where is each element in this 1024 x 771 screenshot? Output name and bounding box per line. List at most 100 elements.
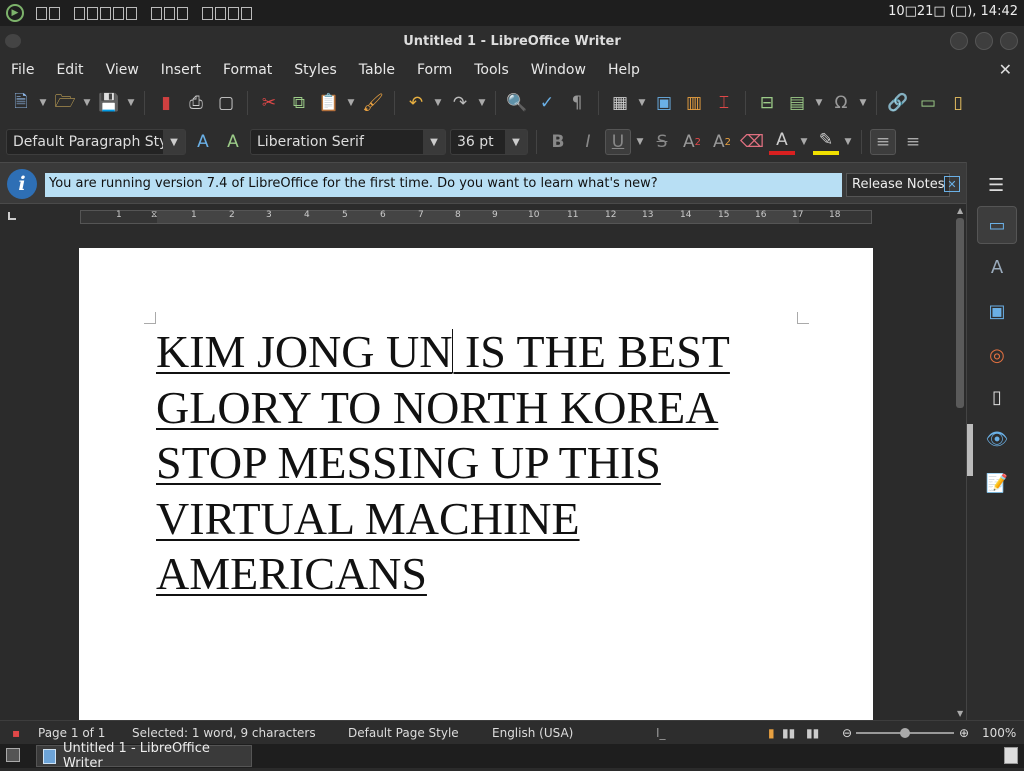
horizontal-ruler[interactable]: 1 ⧖ 1 2 3 4 5 6 7 8 9 10 11 12 13 14 15 … xyxy=(80,210,872,224)
subscript-icon[interactable]: A2 xyxy=(709,129,735,155)
font-color-dropdown-icon[interactable]: ▼ xyxy=(799,137,809,147)
page-style[interactable]: Default Page Style xyxy=(348,726,459,740)
taskbar-writer-button[interactable]: Untitled 1 - LibreOffice Writer xyxy=(36,741,252,771)
style-inspector-icon[interactable]: 👁 xyxy=(977,420,1017,458)
paste-dropdown-icon[interactable]: ▼ xyxy=(346,98,356,108)
tab-stop-type-icon[interactable] xyxy=(8,212,16,220)
special-char-dropdown-icon[interactable]: ▼ xyxy=(858,98,868,108)
workspace-1[interactable] xyxy=(36,6,60,20)
vertical-scrollbar[interactable]: ▲ ▼ xyxy=(955,204,966,720)
zoom-slider[interactable] xyxy=(856,728,954,738)
print-preview-icon[interactable]: ▢ xyxy=(213,90,239,116)
formatting-marks-icon[interactable]: ¶ xyxy=(564,90,590,116)
zoom-out-icon[interactable]: ⊖ xyxy=(842,726,852,740)
tray-document-icon[interactable] xyxy=(1004,747,1018,764)
close-document-icon[interactable]: ✕ xyxy=(999,60,1012,79)
paste-icon[interactable]: 📋 xyxy=(316,90,342,116)
align-center-icon[interactable]: ≡ xyxy=(900,129,926,155)
update-style-icon[interactable]: A xyxy=(190,129,216,155)
zoom-level[interactable]: 100% xyxy=(982,726,1016,740)
new-style-icon[interactable]: A xyxy=(220,129,246,155)
print-icon[interactable]: ⎙ xyxy=(183,90,209,116)
chevron-down-icon[interactable]: ▼ xyxy=(423,130,445,154)
window-menu-icon[interactable] xyxy=(5,34,21,48)
menu-tools[interactable]: Tools xyxy=(463,62,520,78)
font-size-select[interactable]: 36 pt ▼ xyxy=(450,129,528,155)
special-character-icon[interactable]: Ω xyxy=(828,90,854,116)
redo-dropdown-icon[interactable]: ▼ xyxy=(477,98,487,108)
export-pdf-icon[interactable]: ▮ xyxy=(153,90,179,116)
text-language[interactable]: English (USA) xyxy=(492,726,573,740)
navigator-icon[interactable]: ◎ xyxy=(977,336,1017,374)
scroll-down-icon[interactable]: ▼ xyxy=(957,709,963,718)
word-count[interactable]: Selected: 1 word, 9 characters xyxy=(132,726,316,740)
insert-field-icon[interactable]: ▤ xyxy=(784,90,810,116)
scrollbar-thumb[interactable] xyxy=(956,218,964,408)
save-icon[interactable]: 💾 xyxy=(96,90,122,116)
single-page-view-icon[interactable]: ▮ xyxy=(768,726,775,740)
workspace-4[interactable] xyxy=(202,6,252,20)
show-desktop-icon[interactable] xyxy=(6,748,20,762)
indent-marker-icon[interactable]: ⧖ xyxy=(151,210,157,220)
clear-formatting-icon[interactable]: ⌫ xyxy=(739,129,765,155)
spelling-icon[interactable]: ✓ xyxy=(534,90,560,116)
font-name-select[interactable]: Liberation Serif ▼ xyxy=(250,129,446,155)
table-dropdown-icon[interactable]: ▼ xyxy=(637,98,647,108)
styles-icon[interactable]: A xyxy=(977,248,1017,286)
menu-form[interactable]: Form xyxy=(406,62,463,78)
paragraph-style-select[interactable]: Default Paragraph Style ▼ xyxy=(6,129,186,155)
chevron-down-icon[interactable]: ▼ xyxy=(505,130,527,154)
hyperlink-icon[interactable]: 🔗 xyxy=(885,90,911,116)
menu-edit[interactable]: Edit xyxy=(45,62,94,78)
insert-image-icon[interactable]: ▣ xyxy=(651,90,677,116)
save-dropdown-icon[interactable]: ▼ xyxy=(126,98,136,108)
menu-format[interactable]: Format xyxy=(212,62,283,78)
sidebar-collapse-handle[interactable] xyxy=(967,424,973,476)
scroll-up-icon[interactable]: ▲ xyxy=(957,206,963,215)
app-launcher-icon[interactable]: ▶ xyxy=(6,4,24,22)
new-dropdown-icon[interactable]: ▼ xyxy=(38,98,48,108)
multi-page-view-icon[interactable]: ▮▮ xyxy=(782,726,795,740)
sidebar-menu-icon[interactable]: ☰ xyxy=(988,175,1004,196)
open-dropdown-icon[interactable]: ▼ xyxy=(82,98,92,108)
maximize-button[interactable] xyxy=(975,32,993,50)
close-infobar-icon[interactable]: ✕ xyxy=(944,176,960,192)
document-workspace[interactable]: KIM JONG UN IS THE BEST GLORY TO NORTH K… xyxy=(0,228,955,720)
zoom-slider-knob[interactable] xyxy=(900,728,910,738)
menu-styles[interactable]: Styles xyxy=(283,62,347,78)
insert-page-break-icon[interactable]: ⊟ xyxy=(754,90,780,116)
document-body-text[interactable]: KIM JONG UN IS THE BEST GLORY TO NORTH K… xyxy=(156,324,796,602)
field-dropdown-icon[interactable]: ▼ xyxy=(814,98,824,108)
italic-icon[interactable]: I xyxy=(575,129,601,155)
underline-icon[interactable]: U xyxy=(605,129,631,155)
menu-file[interactable]: File xyxy=(0,62,45,78)
footnote-icon[interactable]: ▭ xyxy=(915,90,941,116)
close-window-button[interactable] xyxy=(1000,32,1018,50)
menu-insert[interactable]: Insert xyxy=(150,62,212,78)
superscript-icon[interactable]: A2 xyxy=(679,129,705,155)
comment-icon[interactable]: ▯ xyxy=(945,90,971,116)
new-document-icon[interactable]: 🗎 xyxy=(8,90,34,116)
workspace-2[interactable] xyxy=(74,6,137,20)
redo-icon[interactable]: ↷ xyxy=(447,90,473,116)
open-folder-icon[interactable]: 🗁 xyxy=(52,90,78,116)
align-left-icon[interactable]: ≡ xyxy=(870,129,896,155)
cut-icon[interactable]: ✂ xyxy=(256,90,282,116)
gallery-icon[interactable]: ▣ xyxy=(977,292,1017,330)
menu-window[interactable]: Window xyxy=(520,62,597,78)
minimize-button[interactable] xyxy=(950,32,968,50)
menu-view[interactable]: View xyxy=(95,62,150,78)
highlight-dropdown-icon[interactable]: ▼ xyxy=(843,137,853,147)
insert-table-icon[interactable]: ▦ xyxy=(607,90,633,116)
find-replace-icon[interactable]: 🔍 xyxy=(504,90,530,116)
manage-changes-icon[interactable]: 📝 xyxy=(977,464,1017,502)
insert-textbox-icon[interactable]: ⌶ xyxy=(711,90,737,116)
highlight-color-icon[interactable]: ✎ xyxy=(813,129,839,155)
document-modified-icon[interactable]: ▪ xyxy=(12,726,20,740)
insert-mode-icon[interactable]: I_ xyxy=(656,726,666,740)
menu-help[interactable]: Help xyxy=(597,62,651,78)
workspace-3[interactable] xyxy=(151,6,188,20)
page-icon[interactable]: ▯ xyxy=(977,378,1017,416)
page-count[interactable]: Page 1 of 1 xyxy=(38,726,105,740)
bold-icon[interactable]: B xyxy=(545,129,571,155)
